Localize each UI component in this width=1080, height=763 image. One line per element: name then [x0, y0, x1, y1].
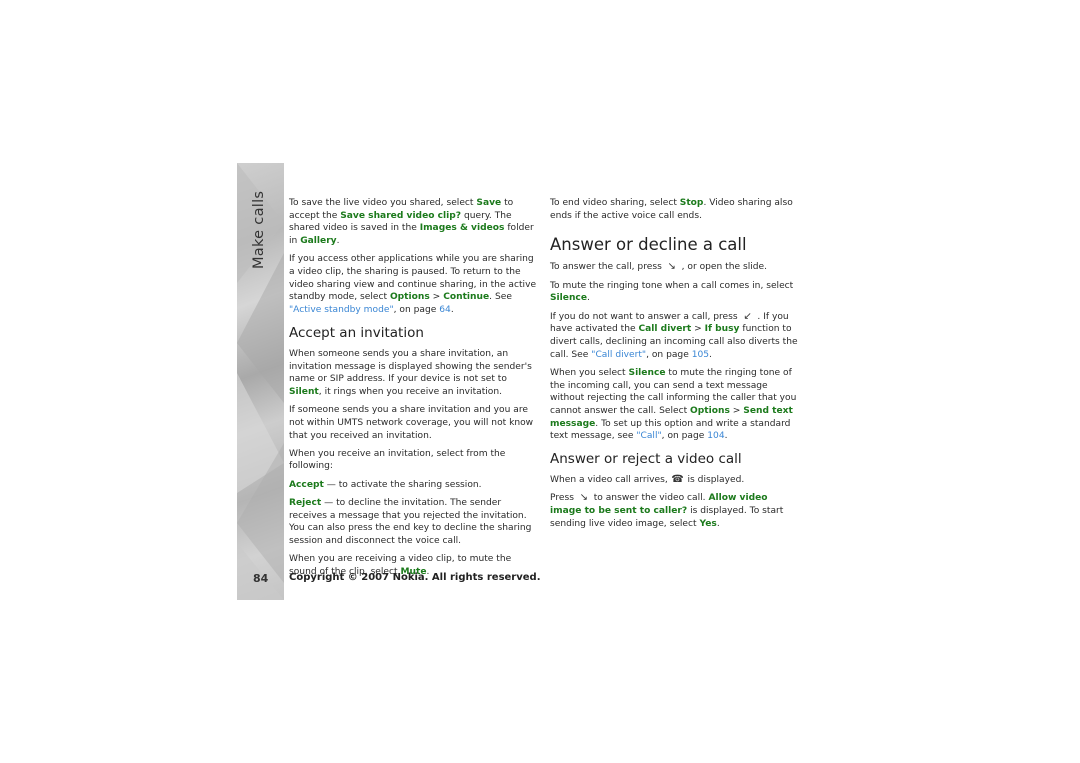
- paragraph: To end video sharing, select Stop. Video…: [550, 198, 793, 221]
- paragraph: To answer the call, press ↘ , or open th…: [550, 261, 768, 273]
- page-link[interactable]: 104: [707, 431, 724, 441]
- section-heading: Accept an invitation: [289, 324, 424, 341]
- paragraph: To mute the ringing tone when a call com…: [550, 280, 794, 304]
- paragraph: If you access other applications while y…: [289, 254, 537, 316]
- paragraph: To save the live video you shared, selec…: [289, 198, 534, 247]
- right-column: To end video sharing, select Stop. Video…: [550, 197, 800, 536]
- chapter-title: Make calls: [251, 190, 267, 269]
- cross-reference-link[interactable]: "Call": [636, 431, 661, 441]
- paragraph: Press ↘ to answer the video call. Allow …: [550, 492, 784, 529]
- end-key-icon: ↙: [743, 310, 752, 322]
- cross-reference-link[interactable]: "Call divert": [591, 350, 646, 360]
- left-column: To save the live video you shared, selec…: [289, 197, 539, 584]
- option-reject: Reject — to decline the invitation. The …: [289, 497, 532, 546]
- copyright-footer: Copyright © 2007 Nokia. All rights reser…: [289, 572, 541, 583]
- page-link[interactable]: 64: [439, 305, 451, 315]
- section-heading: Answer or reject a video call: [550, 451, 742, 468]
- option-accept: Accept — to activate the sharing session…: [289, 479, 482, 490]
- section-heading: Answer or decline a call: [550, 235, 747, 255]
- paragraph: When someone sends you a share invitatio…: [289, 348, 532, 397]
- paragraph: If you do not want to answer a call, pre…: [550, 310, 798, 360]
- page-number: 84: [253, 572, 269, 585]
- paragraph: If someone sends you a share invitation …: [289, 405, 534, 441]
- cross-reference-link[interactable]: "Active standby mode": [289, 305, 394, 315]
- paragraph: When you select Silence to mute the ring…: [550, 367, 797, 442]
- paragraph: When a video call arrives, ☎ is displaye…: [550, 474, 745, 486]
- call-key-icon: ↘: [579, 492, 589, 504]
- page-link[interactable]: 105: [692, 350, 709, 360]
- call-key-icon: ↘: [667, 261, 676, 273]
- video-call-icon: ☎: [671, 474, 684, 486]
- paragraph: When you receive an invitation, select f…: [289, 448, 506, 472]
